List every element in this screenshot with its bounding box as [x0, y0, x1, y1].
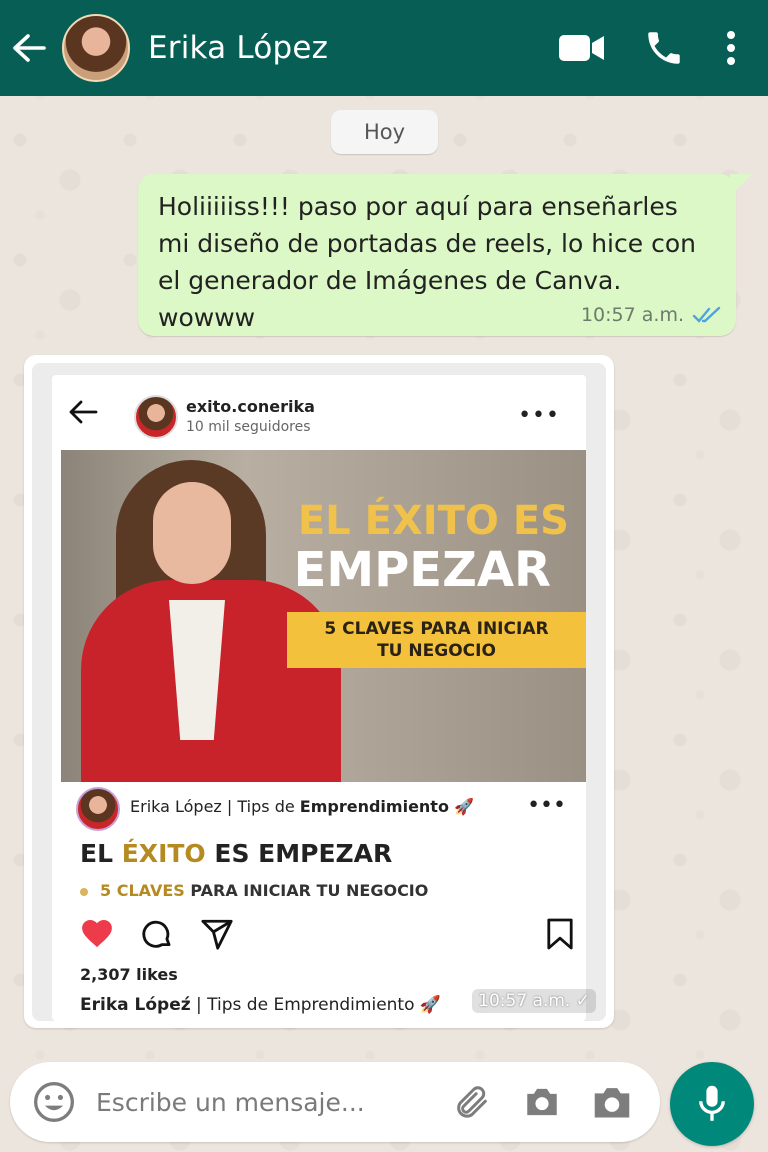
- message-input[interactable]: [96, 1072, 450, 1132]
- emoji-icon[interactable]: [32, 1080, 76, 1124]
- double-check-icon: [692, 306, 721, 323]
- arrow-left-icon: [13, 34, 46, 62]
- incoming-image-message[interactable]: exito.conerika 10 mil seguidores ••• EL …: [24, 355, 614, 1028]
- more-vertical-icon: [727, 31, 735, 65]
- instagram-post: exito.conerika 10 mil seguidores ••• EL …: [52, 375, 586, 1021]
- post-followers: 10 mil seguidores: [186, 419, 311, 435]
- camera-icon: [527, 1088, 557, 1116]
- back-button[interactable]: [2, 0, 56, 96]
- message-meta: 10:57 a.m.: [581, 304, 722, 326]
- cover-headline-white: EMPEZAR: [293, 542, 551, 598]
- caption-avatar: [76, 787, 120, 831]
- message-composer: [10, 1062, 660, 1142]
- post-actions: [52, 915, 586, 959]
- post-bottom-caption: Erika Lópeź | Tips de Emprendimiento 🚀: [80, 995, 442, 1015]
- paperclip-icon: [457, 1086, 487, 1118]
- reel-cover-image: EL ÉXITO ES EMPEZAR 5 CLAVES PARA INICIA…: [61, 450, 586, 782]
- voice-call-button[interactable]: [634, 0, 694, 96]
- heart-icon: [82, 919, 112, 948]
- cover-headline-gold: EL ÉXITO ES: [297, 498, 569, 544]
- comment-icon: [142, 920, 171, 948]
- attach-button[interactable]: [450, 1080, 494, 1124]
- post-title: EL ÉXITO ES EMPEZAR: [80, 839, 393, 868]
- rocket-emoji: 🚀: [419, 995, 442, 1015]
- more-horizontal-icon: •••: [527, 793, 566, 818]
- likes-count: 2,307 likes: [80, 965, 178, 984]
- date-separator: Hoy: [331, 110, 438, 154]
- microphone-icon: [699, 1085, 725, 1121]
- rocket-emoji: 🚀: [454, 797, 474, 816]
- caption-row: Erika López | Tips de Emprendimiento 🚀 •…: [52, 781, 586, 837]
- contact-name[interactable]: Erika López: [148, 30, 552, 66]
- bookmark-icon: [547, 918, 573, 950]
- arrow-left-icon: [69, 400, 98, 424]
- camera-icon: [594, 1088, 630, 1118]
- contact-avatar[interactable]: [62, 14, 130, 82]
- screenshot-image[interactable]: exito.conerika 10 mil seguidores ••• EL …: [32, 363, 606, 1021]
- post-topbar: exito.conerika 10 mil seguidores •••: [52, 375, 586, 449]
- video-call-button[interactable]: [552, 0, 612, 96]
- camera-button[interactable]: [520, 1080, 564, 1124]
- image-message-time: 10:57 a.m. ✓: [472, 989, 596, 1013]
- more-horizontal-icon: •••: [518, 403, 560, 428]
- video-camera-icon: [559, 35, 604, 61]
- post-username: exito.conerika: [186, 397, 315, 416]
- cover-ribbon: 5 CLAVES PARA INICIAR TU NEGOCIO: [287, 612, 586, 668]
- ribbon-line-2: TU NEGOCIO: [377, 641, 496, 661]
- chat-header: Erika López: [0, 0, 768, 96]
- phone-icon: [648, 32, 680, 64]
- caption-author: Erika López | Tips de Emprendimiento 🚀: [130, 797, 474, 816]
- message-time: 10:57 a.m.: [580, 304, 684, 326]
- ribbon-line-1: 5 CLAVES PARA INICIAR: [324, 619, 549, 639]
- post-subtitle: 5 CLAVES PARA INICIAR TU NEGOCIO: [80, 881, 428, 900]
- share-icon: [201, 919, 233, 950]
- voice-message-button[interactable]: [670, 1062, 754, 1146]
- photo-button[interactable]: [590, 1080, 634, 1124]
- menu-button[interactable]: [714, 0, 748, 96]
- outgoing-message[interactable]: Holiiiiiss!!! paso por aquí para enseñar…: [138, 174, 752, 336]
- profile-avatar: [134, 395, 178, 439]
